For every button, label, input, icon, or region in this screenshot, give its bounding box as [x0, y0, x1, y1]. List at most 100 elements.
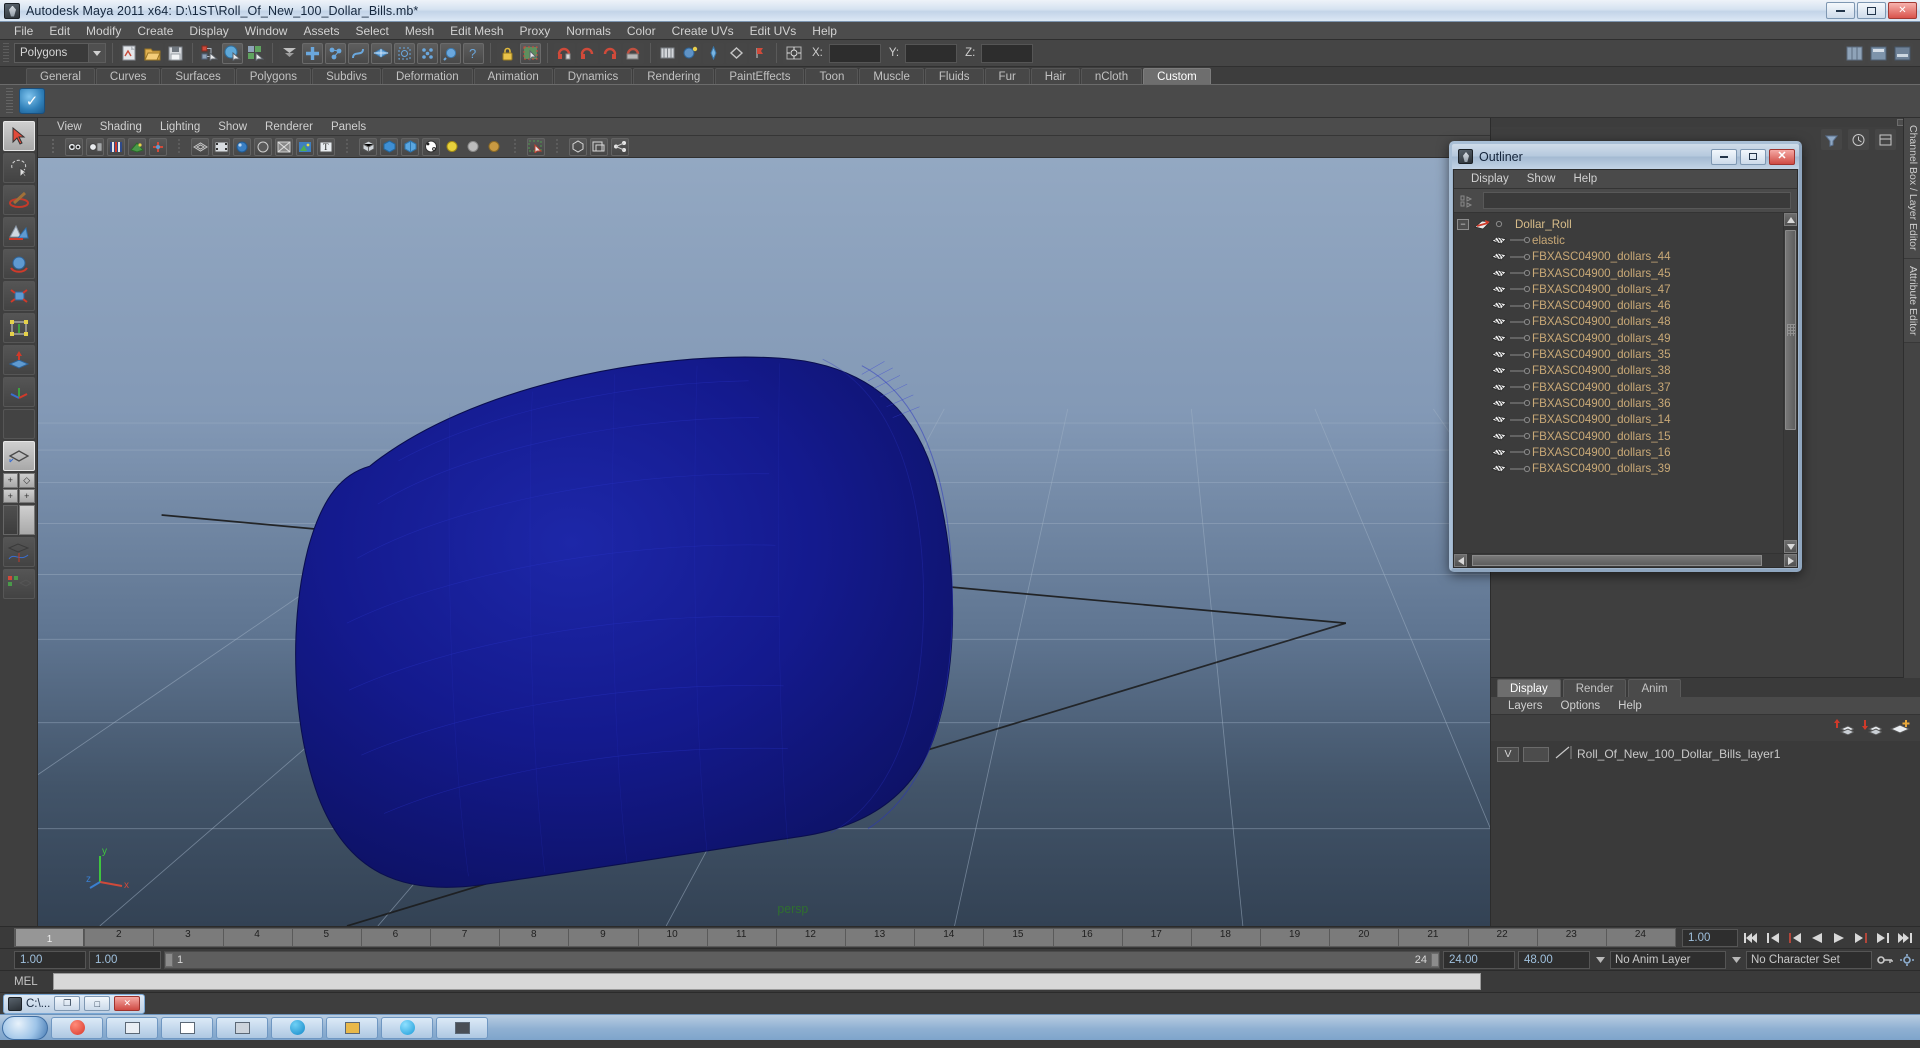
channel-box-history-icon[interactable] [1848, 129, 1869, 150]
move-layer-up-icon[interactable] [1834, 718, 1856, 738]
shelf-tab-dynamics[interactable]: Dynamics [553, 68, 633, 84]
menu-file[interactable]: File [6, 22, 41, 40]
menu-create[interactable]: Create [129, 22, 181, 40]
highlight-selection-icon[interactable] [520, 42, 541, 64]
xray-display-icon[interactable] [275, 137, 293, 156]
outliner-window[interactable]: Outliner ✕ Display Show Help − Dollar_Roll e… [1449, 141, 1802, 572]
scroll-up-arrow-icon[interactable] [1784, 213, 1797, 226]
menu-edit[interactable]: Edit [41, 22, 78, 40]
layer-tab-render[interactable]: Render [1562, 679, 1627, 697]
restore-button[interactable]: ❐ [54, 996, 81, 1011]
scrollbar-thumb[interactable] [1785, 230, 1796, 430]
menu-edit-mesh[interactable]: Edit Mesh [442, 22, 511, 40]
taskbar-item-5[interactable] [271, 1016, 323, 1039]
panel-toolbar-grip[interactable] [44, 138, 62, 156]
outliner-search-input[interactable] [1483, 192, 1791, 209]
close-button[interactable]: ✕ [1888, 2, 1917, 19]
flat-shade-icon[interactable] [401, 137, 419, 156]
channel-box-settings-icon[interactable] [1875, 129, 1896, 150]
mask-vertex-icon[interactable] [302, 42, 323, 64]
render-flag-icon[interactable] [749, 42, 770, 64]
camera-attributes-icon[interactable] [86, 137, 104, 156]
vertical-tab-attribute-editor[interactable]: Attribute Editor [1904, 258, 1920, 343]
menu-window[interactable]: Window [237, 22, 296, 40]
lock-selection-icon[interactable] [497, 42, 518, 64]
outliner-expand-toggle[interactable]: − [1457, 218, 1469, 230]
z-coord-input[interactable] [981, 43, 1034, 63]
outliner-tree[interactable]: − Dollar_Roll elastic FBXASC04900_dollars_4… [1454, 213, 1797, 553]
panel-menu-show[interactable]: Show [209, 121, 256, 133]
outliner-item[interactable]: FBXASC04900_dollars_44 [1454, 249, 1781, 265]
animation-start-field[interactable]: 1.00 [14, 950, 86, 969]
panel-menu-view[interactable]: View [48, 121, 91, 133]
auto-key-icon[interactable] [1875, 950, 1894, 969]
taskbar-item-2[interactable] [106, 1016, 158, 1039]
two-d-pan-zoom-icon[interactable] [149, 137, 167, 156]
show-tool-settings-icon[interactable] [1892, 42, 1913, 64]
animation-preferences-icon[interactable] [1897, 950, 1916, 969]
outliner-item[interactable]: FBXASC04900_dollars_46 [1454, 297, 1781, 313]
shelf-tab-fluids[interactable]: Fluids [924, 68, 984, 84]
range-end-field[interactable]: 24.00 [1443, 950, 1515, 969]
outliner-filter-icon[interactable] [1458, 192, 1478, 210]
layer-row[interactable]: V Roll_Of_New_100_Dollar_Bills_layer1 [1497, 745, 1914, 763]
outliner-item[interactable]: FBXASC04900_dollars_37 [1454, 379, 1781, 395]
paint-select-tool-button[interactable] [2, 185, 35, 215]
outliner-item[interactable]: FBXASC04900_dollars_15 [1454, 428, 1781, 444]
use-all-lights-icon[interactable] [464, 138, 482, 156]
y-coord-input[interactable] [905, 43, 958, 63]
time-slider[interactable]: 1234567891011121314151617181920212223241 [14, 928, 1676, 947]
hardware-texturing-icon[interactable] [422, 137, 440, 156]
smooth-shade-all-icon[interactable] [380, 137, 398, 156]
shelf-tab-general[interactable]: General [26, 68, 95, 84]
outliner-item[interactable]: FBXASC04900_dollars_16 [1454, 444, 1781, 460]
step-back-frame-icon[interactable] [1785, 928, 1804, 947]
go-to-end-icon[interactable] [1895, 928, 1914, 947]
go-to-start-icon[interactable] [1741, 928, 1760, 947]
range-slider-left-handle[interactable] [165, 952, 173, 967]
start-button[interactable] [2, 1015, 48, 1040]
taskbar-item-4[interactable] [216, 1016, 268, 1039]
shelf-tab-muscle[interactable]: Muscle [859, 68, 924, 84]
shaded-display-icon[interactable] [233, 137, 251, 156]
selection-mode-dropdown[interactable]: Polygons [14, 43, 106, 63]
play-forwards-icon[interactable] [1829, 928, 1848, 947]
close-button[interactable]: ✕ [114, 996, 141, 1011]
wireframe-display-icon[interactable] [254, 137, 272, 156]
texture-display-icon[interactable] [296, 137, 314, 156]
outliner-item[interactable]: elastic [1454, 232, 1781, 248]
lasso-tool-button[interactable] [2, 153, 35, 183]
outliner-item[interactable]: FBXASC04900_dollars_47 [1454, 281, 1781, 297]
panel-menu-shading[interactable]: Shading [91, 121, 151, 133]
shelf-tab-deformation[interactable]: Deformation [381, 68, 473, 84]
shelf-tab-curves[interactable]: Curves [95, 68, 161, 84]
bookmarks-icon[interactable] [107, 137, 125, 156]
wireframe-on-shaded-icon[interactable] [359, 137, 377, 156]
film-gate-icon[interactable] [212, 137, 230, 156]
maximize-button[interactable] [1740, 148, 1766, 165]
taskbar-item-6[interactable] [326, 1016, 378, 1039]
outliner-item[interactable]: FBXASC04900_dollars_35 [1454, 346, 1781, 362]
layer-color-swatch-icon[interactable] [1553, 745, 1573, 763]
range-slider-right-handle[interactable] [1431, 952, 1439, 967]
outliner-persp-layout-button[interactable] [2, 505, 35, 535]
taskbar-item-8[interactable] [436, 1016, 488, 1039]
mask-deformation-icon[interactable] [394, 42, 415, 64]
range-slider[interactable]: 1 24 [164, 950, 1440, 969]
menu-display[interactable]: Display [181, 22, 236, 40]
new-scene-icon[interactable] [119, 42, 140, 64]
shelf-tab-fur[interactable]: Fur [984, 68, 1030, 84]
shelf-tab-painteffects[interactable]: PaintEffects [715, 68, 805, 84]
four-view-layout-button[interactable]: + ◇ + + [2, 473, 35, 503]
shelf-tab-polygons[interactable]: Polygons [235, 68, 312, 84]
panel-menu-lighting[interactable]: Lighting [151, 121, 209, 133]
select-tool-button[interactable] [2, 121, 35, 151]
save-scene-icon[interactable] [165, 42, 186, 64]
outliner-menu-display[interactable]: Display [1462, 173, 1518, 185]
x-coord-input[interactable] [828, 43, 881, 63]
panel-menu-panels[interactable]: Panels [322, 121, 375, 133]
transform-pivot-icon[interactable] [783, 42, 804, 64]
menu-modify[interactable]: Modify [78, 22, 129, 40]
text-display-icon[interactable]: T [317, 137, 335, 156]
scrollbar-track[interactable] [1784, 226, 1797, 540]
